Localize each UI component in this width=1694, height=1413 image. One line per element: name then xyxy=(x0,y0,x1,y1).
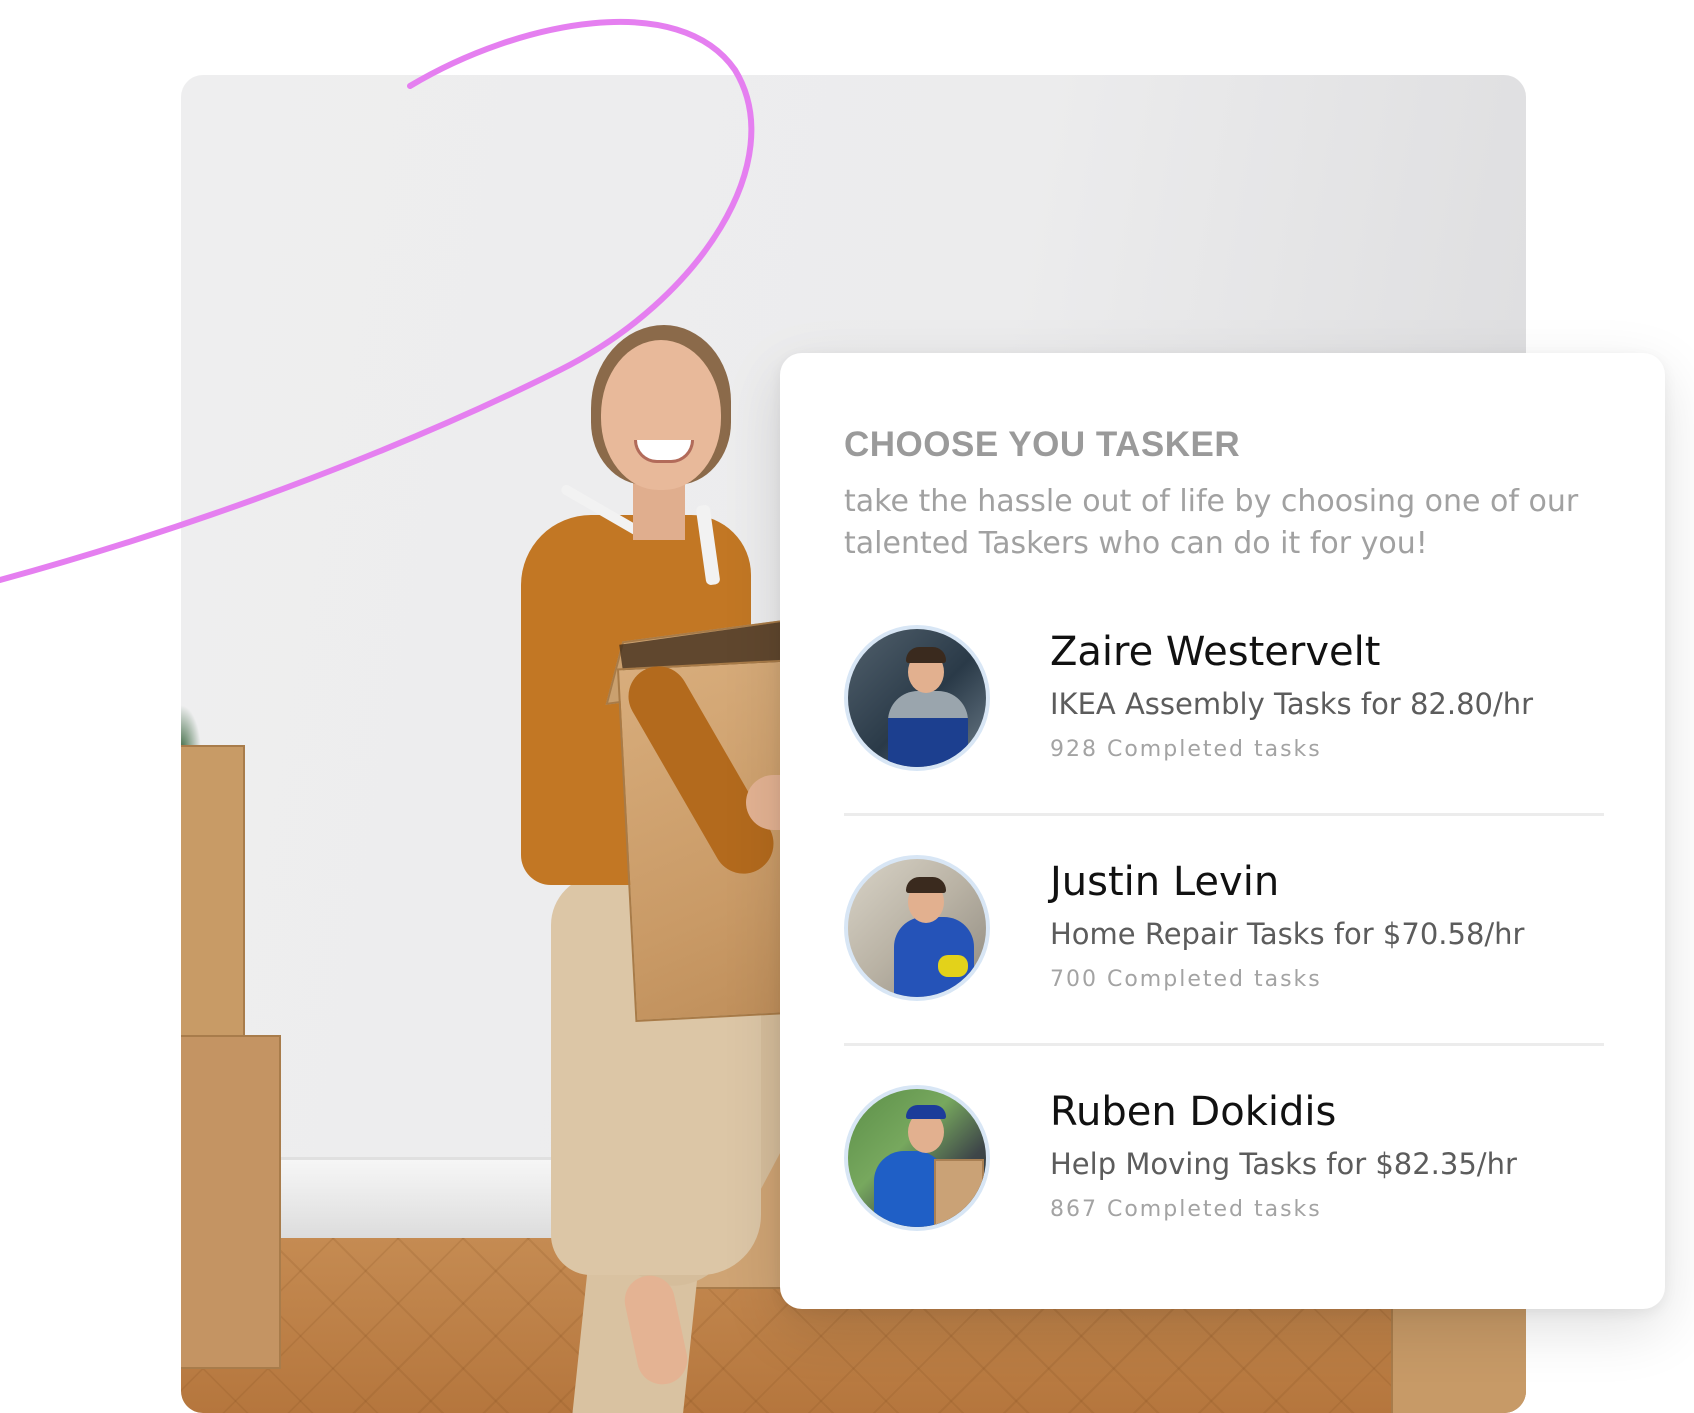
avatar xyxy=(844,625,990,771)
tasker-completed-count: 867 Completed tasks xyxy=(1050,1197,1322,1222)
tasker-item-zaire-westervelt[interactable]: Zaire Westervelt IKEA Assembly Tasks for… xyxy=(844,625,1604,795)
decorative-swoosh xyxy=(0,19,755,583)
tasker-description: IKEA Assembly Tasks for 82.80/hr xyxy=(1050,687,1534,721)
divider xyxy=(844,813,1604,816)
tasker-description: Help Moving Tasks for $82.35/hr xyxy=(1050,1147,1517,1181)
tasker-name: Zaire Westervelt xyxy=(1050,629,1381,675)
tasker-item-ruben-dokidis[interactable]: Ruben Dokidis Help Moving Tasks for $82.… xyxy=(844,1085,1604,1255)
avatar xyxy=(844,1085,990,1231)
tasker-completed-count: 700 Completed tasks xyxy=(1050,967,1322,992)
tasker-name: Ruben Dokidis xyxy=(1050,1089,1337,1135)
tasker-item-justin-levin[interactable]: Justin Levin Home Repair Tasks for $70.5… xyxy=(844,855,1604,1025)
card-title: CHOOSE YOU TASKER xyxy=(844,425,1241,464)
tasker-name: Justin Levin xyxy=(1050,859,1280,905)
tasker-completed-count: 928 Completed tasks xyxy=(1050,737,1322,762)
cardboard-box xyxy=(181,745,245,1049)
choose-tasker-card: CHOOSE YOU TASKER take the hassle out of… xyxy=(780,353,1665,1309)
card-subtitle: take the hassle out of life by choosing … xyxy=(844,484,1579,561)
divider xyxy=(844,1043,1604,1046)
cardboard-box xyxy=(181,1035,281,1369)
cardboard-box xyxy=(1391,1305,1526,1413)
tasker-description: Home Repair Tasks for $70.58/hr xyxy=(1050,917,1525,951)
avatar xyxy=(844,855,990,1001)
